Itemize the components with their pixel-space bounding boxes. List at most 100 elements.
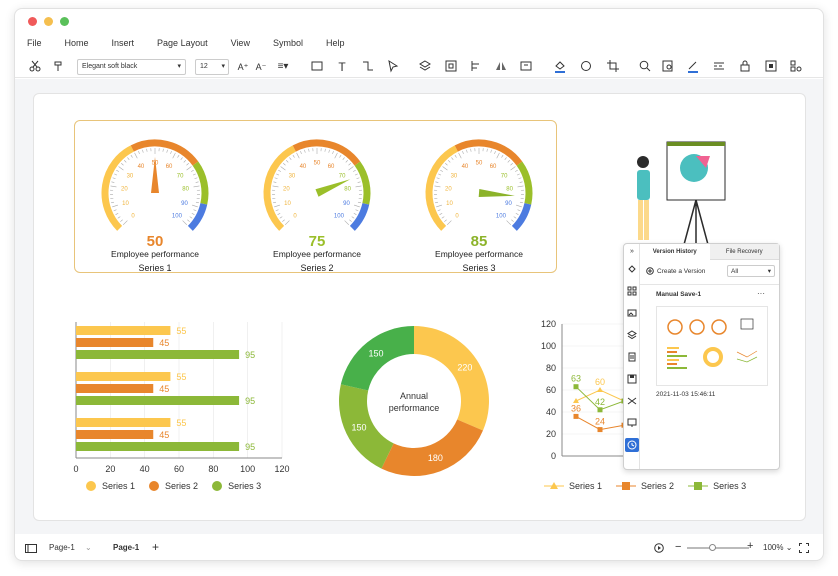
gauge-tick bbox=[191, 204, 198, 208]
more-tools-icon[interactable] bbox=[786, 59, 806, 75]
zoom-level[interactable]: 100% ⌄ bbox=[763, 543, 792, 552]
zoom-out-icon[interactable]: − bbox=[675, 541, 681, 553]
gauge-tick bbox=[275, 209, 279, 212]
gauge-2[interactable]: 0 10 20 30 40 50 60 70 80 90 100 75 Employee perfo… bbox=[247, 129, 387, 273]
font-size-select[interactable]: 12 ▾ bbox=[195, 59, 229, 75]
create-version-button[interactable]: Create a Version bbox=[646, 267, 705, 275]
gauge-tick bbox=[134, 152, 138, 159]
tab-page-1[interactable]: Page-1 bbox=[113, 543, 139, 552]
gauge-label: Employee performance bbox=[111, 249, 199, 259]
presenter-illustration[interactable] bbox=[624, 134, 734, 254]
expand-icon[interactable]: » bbox=[627, 247, 637, 257]
more-options-button[interactable]: ··· bbox=[757, 289, 765, 298]
gauge-tick bbox=[440, 169, 444, 172]
gauge-1[interactable]: 0102030405060708090100 50 Employee perfo… bbox=[85, 129, 225, 273]
menu-file[interactable]: File bbox=[27, 38, 42, 48]
save-icon[interactable] bbox=[627, 374, 637, 384]
tab-file-recovery[interactable]: File Recovery bbox=[709, 244, 779, 260]
format-painter-icon[interactable] bbox=[51, 59, 67, 75]
fill-icon[interactable] bbox=[627, 264, 637, 274]
close-window-button[interactable] bbox=[28, 17, 37, 26]
gauge-tick bbox=[183, 159, 187, 163]
donut-center-label: Annual bbox=[400, 391, 428, 401]
layers-icon[interactable] bbox=[417, 59, 433, 75]
gauge-tick bbox=[451, 157, 454, 160]
gauge-tick bbox=[273, 201, 277, 204]
presentation-icon[interactable] bbox=[627, 418, 637, 428]
layers-icon[interactable] bbox=[627, 330, 637, 340]
donut-chart[interactable]: 220 180 150 150 Annual performance bbox=[334, 321, 494, 481]
gauge-tick bbox=[130, 154, 133, 158]
menu-symbol[interactable]: Symbol bbox=[273, 38, 303, 48]
version-thumbnail[interactable] bbox=[656, 306, 768, 386]
play-icon[interactable] bbox=[654, 543, 664, 553]
page-select[interactable]: Page-1 bbox=[49, 543, 75, 552]
menu-home[interactable]: Home bbox=[65, 38, 89, 48]
canvas-area[interactable]: 0102030405060708090100 50 Employee perfo… bbox=[15, 79, 823, 534]
data-label: 63 bbox=[571, 374, 581, 384]
zoom-slider[interactable] bbox=[687, 547, 749, 549]
menu-view[interactable]: View bbox=[231, 38, 250, 48]
maximize-window-button[interactable] bbox=[60, 17, 69, 26]
rectangle-icon[interactable] bbox=[309, 59, 325, 75]
shuffle-icon[interactable] bbox=[627, 396, 637, 406]
panel-sidebar: » bbox=[624, 244, 640, 469]
line-style-icon[interactable] bbox=[709, 59, 729, 75]
gauge-tick bbox=[111, 201, 115, 204]
line-legend: Series 1 Series 2 Series 3 bbox=[544, 481, 760, 491]
flip-icon[interactable] bbox=[493, 59, 509, 75]
fill-color-icon[interactable] bbox=[550, 59, 570, 75]
gauge-group[interactable]: 0102030405060708090100 50 Employee perfo… bbox=[74, 120, 557, 273]
gauge-3[interactable]: 0 10 20 30 40 50 60 70 80 90 100 85 Employee perfo… bbox=[409, 129, 549, 273]
chevron-down-icon[interactable]: ⌄ bbox=[85, 543, 92, 552]
zoom-slider-handle[interactable] bbox=[709, 544, 716, 551]
menu-page-layout[interactable]: Page Layout bbox=[157, 38, 208, 48]
tab-version-history[interactable]: Version History bbox=[640, 244, 710, 260]
y-tick-label: 0 bbox=[551, 451, 556, 461]
history-icon[interactable] bbox=[625, 438, 639, 452]
zoom-in-icon[interactable]: + bbox=[747, 540, 753, 552]
line-color-icon[interactable] bbox=[683, 59, 703, 75]
gauge-tick bbox=[328, 149, 330, 153]
gauge-tick bbox=[279, 216, 283, 219]
menu-insert[interactable]: Insert bbox=[112, 38, 135, 48]
shape-style-icon[interactable] bbox=[576, 59, 596, 75]
menu-help[interactable]: Help bbox=[326, 38, 345, 48]
bar-value-label: 45 bbox=[159, 338, 169, 348]
align-left-icon[interactable] bbox=[468, 59, 484, 75]
bar-chart[interactable]: 0 20 40 60 80 100 120 55 45 95 55 45 95 55 45 95 bbox=[64, 314, 294, 474]
fullscreen-icon[interactable] bbox=[799, 543, 809, 553]
legend-item: Series 2 bbox=[616, 481, 674, 491]
crop-icon[interactable] bbox=[603, 59, 623, 75]
connector-icon[interactable] bbox=[360, 59, 376, 75]
search-icon[interactable] bbox=[637, 59, 653, 75]
align-icon[interactable]: ≡▾ bbox=[273, 59, 293, 75]
version-filter-select[interactable]: All ▾ bbox=[727, 265, 775, 277]
text-icon[interactable]: T bbox=[334, 59, 350, 75]
add-page-button[interactable]: + bbox=[152, 540, 159, 554]
gauge-tick bbox=[437, 209, 441, 212]
cut-icon[interactable] bbox=[27, 59, 43, 75]
gauge-band bbox=[511, 202, 532, 231]
bar bbox=[76, 418, 171, 427]
group-icon[interactable] bbox=[443, 59, 459, 75]
line-chart[interactable]: 0 20 40 60 80 100 120 60 36 24 63 42 bbox=[534, 316, 634, 466]
version-history-panel[interactable]: » Version History File Recovery Create a… bbox=[623, 243, 780, 470]
page-view-icon[interactable] bbox=[25, 544, 37, 553]
gauge-tick bbox=[445, 163, 448, 166]
lock-icon[interactable] bbox=[735, 59, 755, 75]
minimize-window-button[interactable] bbox=[44, 17, 53, 26]
pointer-icon[interactable] bbox=[385, 59, 401, 75]
increase-font-icon[interactable]: A⁺ bbox=[235, 59, 251, 75]
document-icon[interactable] bbox=[627, 352, 637, 362]
grid-icon[interactable] bbox=[627, 286, 637, 296]
bar bbox=[76, 430, 154, 439]
gauge-tick bbox=[187, 219, 190, 222]
font-family-select[interactable]: Elegant soft black ▾ bbox=[77, 59, 186, 75]
decrease-font-icon[interactable]: A⁻ bbox=[253, 59, 269, 75]
fit-page-icon[interactable] bbox=[763, 59, 779, 75]
find-replace-icon[interactable] bbox=[660, 59, 676, 75]
gauge-tick-label: 40 bbox=[462, 164, 469, 170]
frame-icon[interactable] bbox=[518, 59, 534, 75]
image-icon[interactable] bbox=[627, 308, 637, 318]
